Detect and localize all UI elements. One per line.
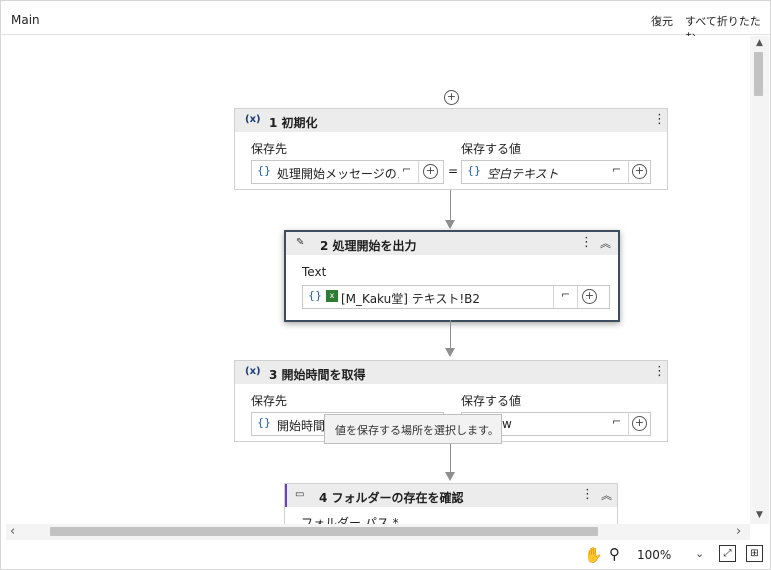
folder-path-label: フォルダー パス * (301, 516, 399, 524)
activity-title: 2 処理開始を出力 (320, 239, 417, 253)
field-divider (553, 286, 554, 308)
folder-icon: ▭ (295, 489, 305, 500)
connector-arrow (445, 220, 455, 229)
tooltip: 値を保存する場所を選択します。 (324, 414, 502, 444)
expand-icon[interactable]: ⌐ (612, 163, 621, 176)
add-activity-icon[interactable]: + (444, 90, 459, 105)
zoom-level[interactable]: 100% (637, 548, 671, 562)
variable-icon: (x) (245, 366, 261, 377)
activity-assign-initialize[interactable]: (x) 1 初期化 ⋮ 保存先 保存する値 {} 処理開始メッセージのメ ⌐ +… (234, 108, 668, 190)
equals-sign: = (448, 164, 459, 178)
save-value-value: w (502, 417, 512, 431)
activity-header[interactable]: ▭ 4 フォルダーの存在を確認 ⋮ ︽ (285, 484, 617, 507)
activity-title: 1 初期化 (269, 116, 318, 130)
connector-arrow (445, 348, 455, 357)
restore-button[interactable]: 復元 (651, 13, 673, 29)
save-to-value: 処理開始メッセージのメ (277, 167, 399, 181)
activity-header[interactable]: (x) 3 開始時間を取得 ⋮ (235, 361, 667, 384)
scroll-right-icon[interactable]: › (736, 524, 741, 539)
status-bar: ✋ ⚲ 100% ⌄ ⤢ ⊞ (1, 541, 770, 568)
field-divider (628, 161, 629, 183)
activity-title: 3 開始時間を取得 (269, 368, 366, 382)
brace-icon: {} (257, 164, 271, 177)
save-to-label: 保存先 (251, 142, 288, 156)
zoom-search-icon[interactable]: ⚲ (609, 545, 620, 563)
overview-icon[interactable]: ⊞ (746, 545, 763, 562)
collapse-chevron-icon[interactable]: ︽ (601, 487, 612, 503)
horizontal-scroll-thumb[interactable] (50, 527, 598, 536)
activity-header[interactable]: ✎ 2 処理開始を出力 ⋮ ︽ (286, 232, 618, 255)
fit-to-screen-icon[interactable]: ⤢ (719, 545, 736, 562)
vertical-scroll-thumb[interactable] (754, 52, 763, 96)
variable-icon: (x) (245, 114, 261, 125)
brace-icon: {} (257, 416, 271, 429)
expand-icon[interactable]: ⌐ (612, 415, 621, 428)
hand-pan-icon[interactable]: ✋ (584, 546, 603, 564)
text-label: Text (302, 265, 327, 279)
more-options-icon[interactable]: ⋮ (653, 364, 666, 379)
vertical-scrollbar[interactable]: ▲ ▼ (750, 36, 769, 524)
save-value-field[interactable]: {} 空白テキスト ⌐ + (461, 160, 651, 184)
more-options-icon[interactable]: ⋮ (580, 235, 593, 250)
workflow-canvas[interactable]: + (x) 1 初期化 ⋮ 保存先 保存する値 {} 処理開始メッセージのメ ⌐… (6, 36, 750, 524)
save-to-field[interactable]: {} 処理開始メッセージのメ ⌐ + (251, 160, 444, 184)
horizontal-scrollbar[interactable]: ‹ › (6, 524, 750, 540)
scroll-left-icon[interactable]: ‹ (10, 524, 15, 539)
activity-header[interactable]: (x) 1 初期化 ⋮ (235, 109, 667, 132)
brace-icon: {} (467, 164, 481, 177)
field-divider (577, 286, 578, 308)
excel-icon: x (326, 290, 338, 302)
text-field[interactable]: {} x [M_Kaku堂] テキスト!B2 ⌐ + (302, 285, 610, 309)
field-divider (418, 161, 419, 183)
brace-icon: {} (308, 289, 322, 302)
workflow-title: Main (11, 13, 40, 27)
add-value-icon[interactable]: + (632, 164, 647, 179)
expand-icon[interactable]: ⌐ (402, 163, 411, 176)
field-divider (628, 413, 629, 435)
add-value-icon[interactable]: + (632, 416, 647, 431)
save-value-label: 保存する値 (461, 142, 522, 156)
connector-line (450, 320, 451, 348)
scroll-down-icon[interactable]: ▼ (750, 510, 769, 520)
add-value-icon[interactable]: + (423, 164, 438, 179)
connector-arrow (445, 472, 455, 481)
chevron-down-icon[interactable]: ⌄ (695, 547, 704, 560)
connector-line (450, 190, 451, 220)
activity-log-message[interactable]: ✎ 2 処理開始を出力 ⋮ ︽ Text {} x [M_Kaku堂] テキスト… (284, 230, 620, 322)
save-to-label: 保存先 (251, 394, 288, 408)
tooltip-text: 値を保存する場所を選択します。 (335, 424, 499, 437)
pencil-icon: ✎ (296, 237, 305, 248)
scroll-up-icon[interactable]: ▲ (750, 38, 769, 48)
activity-title: 4 フォルダーの存在を確認 (319, 491, 464, 505)
designer-header: Main 復元 すべて折りたたむ (1, 8, 770, 44)
save-value-value: 空白テキスト (487, 167, 559, 181)
activity-folder-exists[interactable]: ▭ 4 フォルダーの存在を確認 ⋮ ︽ フォルダー パス * (284, 483, 618, 524)
connector-line (450, 442, 451, 472)
text-value: [M_Kaku堂] テキスト!B2 (341, 292, 481, 306)
add-value-icon[interactable]: + (582, 289, 597, 304)
more-options-icon[interactable]: ⋮ (653, 112, 666, 127)
more-options-icon[interactable]: ⋮ (581, 487, 594, 502)
save-value-label: 保存する値 (461, 394, 522, 408)
expand-icon[interactable]: ⌐ (561, 288, 570, 301)
collapse-chevron-icon[interactable]: ︽ (600, 235, 611, 251)
selection-bar (285, 484, 287, 507)
